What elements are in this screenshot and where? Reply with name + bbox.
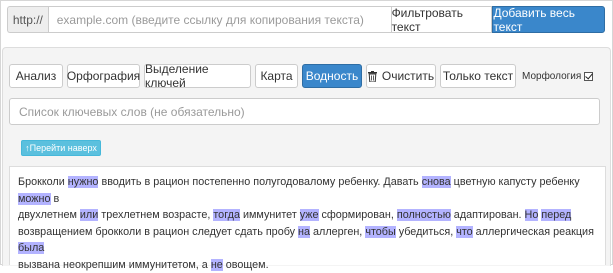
- clear-button[interactable]: Очистить: [366, 64, 436, 88]
- text-segment: цветную капусту ребенку: [451, 176, 580, 188]
- highlighted-word: чтобы: [365, 226, 395, 238]
- text-area[interactable]: Брокколи нужно вводить в рацион постепен…: [9, 166, 606, 265]
- url-bar: http:// Фильтровать текст Добавить весь …: [7, 6, 605, 33]
- toolbar: Анализ Орфография Выделение ключей Карта…: [9, 64, 593, 88]
- keywords-input[interactable]: Список ключевых слов (не обязательно): [9, 98, 600, 125]
- filter-text-button[interactable]: Фильтровать текст: [392, 6, 493, 33]
- text-segment: двухлетнем: [18, 209, 80, 221]
- analysis-button[interactable]: Анализ: [9, 64, 63, 88]
- wateriness-button[interactable]: Водность: [302, 64, 362, 88]
- clear-label: Очистить: [382, 69, 434, 83]
- highlighted-word: Но: [525, 209, 539, 221]
- map-button[interactable]: Карта: [255, 64, 298, 88]
- highlighted-word: снова: [422, 176, 451, 188]
- scroll-to-top-button[interactable]: ↑Перейти наверх: [21, 140, 101, 156]
- url-input[interactable]: [48, 6, 392, 33]
- highlighted-word: перед: [541, 209, 571, 221]
- morphology-label: Морфология: [522, 71, 581, 82]
- highlighted-word: уже: [300, 209, 319, 221]
- highlighted-word: полностью: [397, 209, 451, 221]
- text-segment: иммунитет: [240, 209, 300, 221]
- text-segment: возвращением брокколи в рацион следует с…: [18, 226, 298, 238]
- highlighted-word: можно: [18, 193, 51, 205]
- spelling-button[interactable]: Орфография: [67, 64, 140, 88]
- highlighted-word: на: [298, 226, 310, 238]
- text-only-button[interactable]: Только текст: [440, 64, 516, 88]
- text-segment: в: [51, 193, 60, 205]
- highlight-keys-button[interactable]: Выделение ключей: [144, 64, 251, 88]
- highlighted-word: нужно: [68, 176, 99, 188]
- text-line: возвращением брокколи в рацион следует с…: [18, 224, 597, 257]
- text-segment: вводить в рацион постепенно полугодовало…: [98, 176, 421, 188]
- text-segment: убедиться,: [396, 226, 457, 238]
- highlighted-word: или: [80, 209, 98, 221]
- text-line: Брокколи нужно вводить в рацион постепен…: [18, 174, 597, 207]
- text-segment: аллергическая реакция: [473, 226, 594, 238]
- morphology-option: Морфология: [522, 71, 593, 82]
- text-segment: адаптирован.: [451, 209, 525, 221]
- add-all-text-button[interactable]: Добавить весь текст: [492, 6, 605, 33]
- text-segment: трехлетнем возрасте,: [98, 209, 213, 221]
- highlighted-word: что: [456, 226, 472, 238]
- url-prefix: http://: [7, 6, 48, 33]
- highlighted-word: была: [18, 242, 44, 254]
- highlighted-word: тогда: [213, 209, 240, 221]
- trash-icon: [368, 71, 377, 82]
- text-segment: Брокколи: [18, 176, 68, 188]
- morphology-checkbox[interactable]: [584, 72, 593, 81]
- text-segment: сформирован,: [319, 209, 397, 221]
- text-line: двухлетнем или трехлетнем возрасте, тогд…: [18, 207, 597, 224]
- text-segment: аллерген,: [310, 226, 365, 238]
